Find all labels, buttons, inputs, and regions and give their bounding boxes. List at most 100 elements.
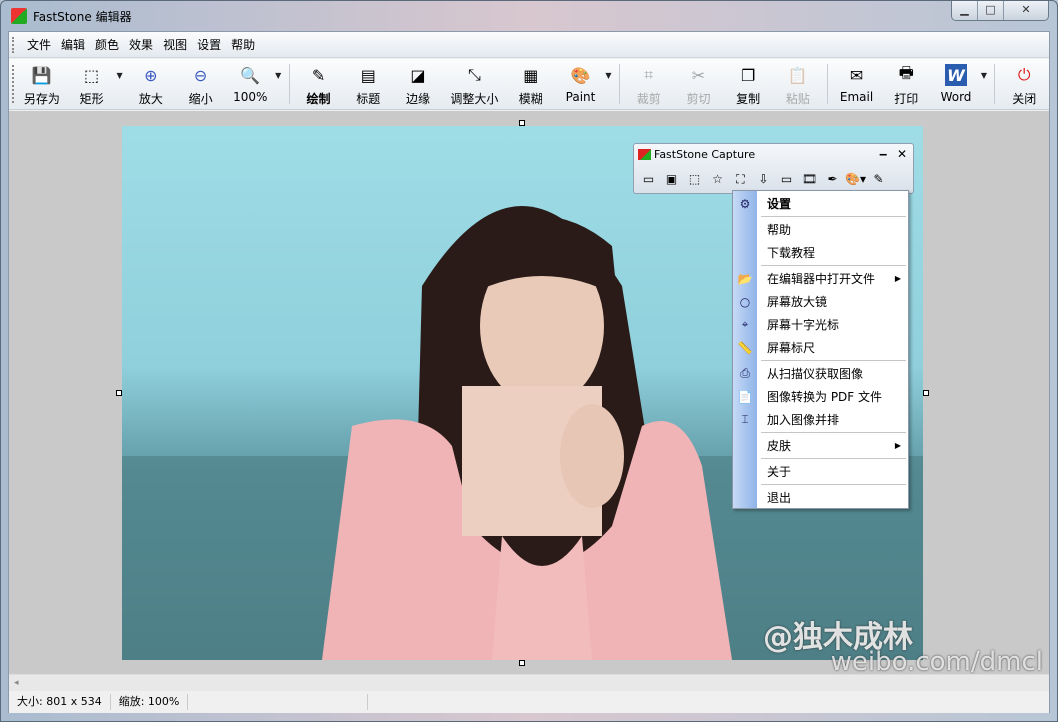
toolbar-label: 100% — [233, 90, 268, 104]
menu-item-label: 退出 — [767, 491, 792, 505]
maximize-button[interactable]: □ — [978, 1, 1004, 20]
menu-item-6[interactable]: 📏 屏幕标尺 — [733, 336, 908, 359]
toolbar-button-13[interactable]: ❐ 复制 — [723, 59, 773, 109]
settings-menu-icon[interactable]: ✎ — [867, 169, 890, 189]
menu-item-5[interactable]: ⌖ 屏幕十字光标 — [733, 313, 908, 336]
output-icon[interactable]: 🎨▾ — [844, 169, 867, 189]
gear-icon: ⚙ — [739, 196, 751, 211]
toolbar-button-9[interactable]: ▦ 模糊 — [506, 59, 556, 109]
toolbar-button-0[interactable]: 💾 另存为 — [17, 59, 67, 109]
toolbar-button-15[interactable]: ✉ Email — [832, 59, 882, 109]
zoom-100-icon: 🔍 — [240, 65, 261, 85]
menu-item-2[interactable]: 颜色 — [90, 36, 124, 53]
resize-handle-bottom[interactable] — [519, 660, 525, 666]
toolbar-button-16[interactable]: 🖶 打印 — [881, 59, 931, 109]
toolbar-button-3[interactable]: ⊖ 缩小 — [176, 59, 226, 109]
resize-handle-left[interactable] — [116, 390, 122, 396]
capture-freehand-icon[interactable]: ☆ — [706, 169, 729, 189]
capture-rect-icon[interactable]: ⬚ — [683, 169, 706, 189]
status-bar: 大小: 801 x 534 缩放: 100% — [9, 691, 1049, 713]
save-icon: 💾 — [31, 65, 52, 85]
dropdown-arrow-icon[interactable]: ▼ — [116, 59, 126, 80]
status-zoom: 缩放: 100% — [111, 694, 189, 710]
pdf-icon: 📄 — [737, 389, 753, 404]
toolbar-label: Paint — [565, 90, 596, 104]
paste-icon: 📋 — [787, 65, 808, 85]
menu-item-label: 帮助 — [767, 223, 792, 237]
resize-handle-top[interactable] — [519, 120, 525, 126]
toolbar-label: 绘制 — [306, 92, 331, 106]
menu-item-label: 皮肤 — [767, 439, 792, 453]
capture-close-button[interactable]: ✕ — [897, 147, 907, 161]
menu-item-label: 屏幕放大镜 — [767, 295, 828, 309]
toolbar-separator — [826, 64, 828, 104]
menu-item-4[interactable]: 视图 — [158, 36, 192, 53]
menu-item-6[interactable]: 帮助 — [226, 36, 260, 53]
menu-item-label: 屏幕十字光标 — [767, 318, 840, 332]
toolbar-label: 另存为 — [23, 92, 60, 106]
menu-item-9[interactable]: ⌶ 加入图像并排 — [733, 408, 908, 431]
toolbar-button-5[interactable]: ✎ 绘制 — [294, 59, 344, 109]
menu-item-1[interactable]: 编辑 — [56, 36, 90, 53]
dropdown-arrow-icon[interactable]: ▼ — [275, 59, 285, 80]
menu-item-label: 关于 — [767, 465, 792, 479]
context-menu: ⚙ 设置帮助下载教程 📂 在编辑器中打开文件 ▶ ○ 屏幕放大镜 ⌖ 屏幕十字光标 📏 屏幕标尺 ⎙ 从… — [732, 190, 909, 509]
toolbar-separator — [618, 64, 620, 104]
folder-open-icon: 📂 — [737, 271, 753, 286]
menu-item-5[interactable]: 设置 — [192, 36, 226, 53]
status-size: 大小: 801 x 534 — [9, 694, 111, 710]
menu-item-0[interactable]: ⚙ 设置 — [733, 192, 908, 215]
toolbar-button-11[interactable]: ⌗ 裁剪 — [624, 59, 674, 109]
menu-item-10[interactable]: 皮肤 ▶ — [733, 434, 908, 457]
menu-item-3[interactable]: 效果 — [124, 36, 158, 53]
menu-item-8[interactable]: 📄 图像转换为 PDF 文件 — [733, 385, 908, 408]
menu-item-7[interactable]: ⎙ 从扫描仪获取图像 — [733, 362, 908, 385]
menu-item-label: 加入图像并排 — [767, 413, 840, 427]
capture-fixed-icon[interactable]: ▭ — [775, 169, 798, 189]
toolbar-button-17[interactable]: W Word — [931, 59, 981, 109]
menu-item-3[interactable]: 📂 在编辑器中打开文件 ▶ — [733, 267, 908, 290]
color-picker-icon[interactable]: ✒ — [821, 169, 844, 189]
capture-fullscreen-icon[interactable]: ⛶ — [729, 169, 752, 189]
toolbar-button-14[interactable]: 📋 粘贴 — [773, 59, 823, 109]
menu-item-4[interactable]: ○ 屏幕放大镜 — [733, 290, 908, 313]
minimize-button[interactable]: ▁ — [952, 1, 978, 20]
menu-item-label: 下载教程 — [767, 246, 816, 260]
menu-separator — [761, 432, 906, 433]
capture-window-icon[interactable]: ▭ — [637, 169, 660, 189]
join-images-icon: ⌶ — [741, 412, 749, 426]
dropdown-arrow-icon[interactable]: ▼ — [981, 59, 991, 80]
capture-object-icon[interactable]: ▣ — [660, 169, 683, 189]
toolbar-button-2[interactable]: ⊕ 放大 — [126, 59, 176, 109]
toolbar-button-4[interactable]: 🔍 100% — [225, 59, 275, 109]
toolbar-button-7[interactable]: ◪ 边缘 — [393, 59, 443, 109]
toolbar-button-8[interactable]: ⤡ 调整大小 — [443, 59, 506, 109]
resize-handle-right[interactable] — [923, 390, 929, 396]
crop-icon: ⌗ — [644, 65, 654, 84]
toolbar-label: 调整大小 — [450, 92, 499, 106]
zoom-in-icon: ⊕ — [144, 65, 158, 85]
toolbar-button-1[interactable]: ⬚ 矩形 — [67, 59, 117, 109]
menu-bar: 文件 编辑 颜色 效果 视图 设置 帮助 — [9, 32, 1049, 58]
dropdown-arrow-icon[interactable]: ▼ — [605, 59, 615, 80]
toolbar-label: 标题 — [356, 92, 381, 106]
toolbar-label: 关闭 — [1012, 92, 1037, 106]
close-button[interactable]: ✕ — [1004, 1, 1048, 20]
menu-item-2[interactable]: 下载教程 — [733, 241, 908, 264]
menu-item-1[interactable]: 帮助 — [733, 218, 908, 241]
capture-video-icon[interactable]: 🎞 — [798, 169, 821, 189]
toolbar-button-10[interactable]: 🎨 Paint — [556, 59, 606, 109]
toolbar-button-6[interactable]: ▤ 标题 — [343, 59, 393, 109]
menu-separator — [761, 265, 906, 266]
menu-item-11[interactable]: 关于 — [733, 460, 908, 483]
toolbar-button-12[interactable]: ✂ 剪切 — [674, 59, 724, 109]
capture-panel: FastStone Capture ‒ ✕ ▭ ▣ ⬚ ☆ ⛶ ⇩ ▭ 🎞 ✒ 🎨▾ ✎ — [633, 143, 914, 194]
resize-icon: ⤡ — [467, 65, 481, 84]
toolbar-button-18[interactable]: ⏻ 关闭 — [999, 59, 1049, 109]
capture-minimize-button[interactable]: ‒ — [879, 147, 887, 161]
capture-scroll-icon[interactable]: ⇩ — [752, 169, 775, 189]
caption-icon: ▤ — [360, 65, 376, 85]
email-icon: ✉ — [849, 65, 864, 85]
menu-item-0[interactable]: 文件 — [22, 36, 56, 53]
menu-item-12[interactable]: 退出 — [733, 486, 908, 509]
